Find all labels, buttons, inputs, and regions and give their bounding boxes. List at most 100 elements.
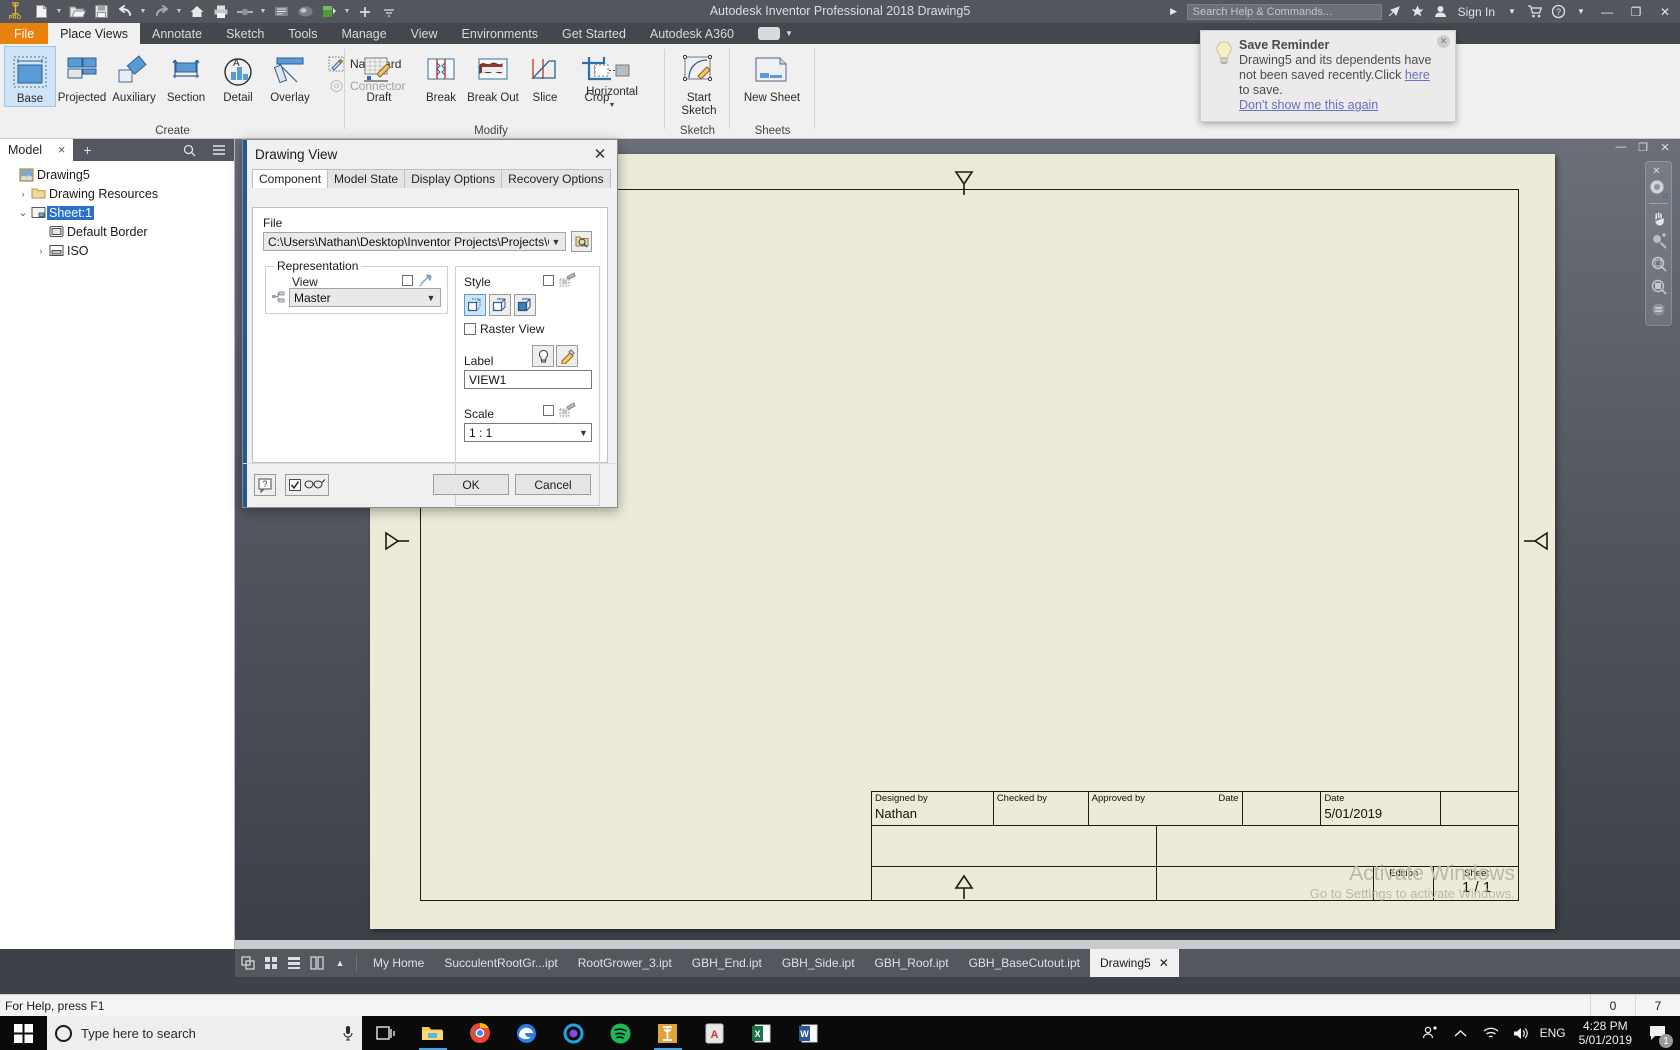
dialog-cancel-button[interactable]: Cancel bbox=[515, 474, 591, 495]
acrobat-icon[interactable]: A bbox=[691, 1016, 738, 1050]
label-visibility-button[interactable] bbox=[532, 345, 554, 367]
select-icon[interactable] bbox=[234, 1, 256, 22]
tab-place-views[interactable]: Place Views bbox=[48, 23, 141, 44]
browser-search-icon[interactable] bbox=[175, 144, 204, 157]
new-icon[interactable] bbox=[30, 1, 52, 22]
new-dropdown-icon[interactable]: ▼ bbox=[54, 1, 64, 22]
doc-close-button[interactable]: ✕ bbox=[1654, 139, 1676, 155]
view-rep-link-icon[interactable] bbox=[418, 273, 433, 287]
browser-add-icon[interactable]: + bbox=[73, 142, 101, 158]
dialog-tab-recovery-options[interactable]: Recovery Options bbox=[501, 169, 611, 188]
appearance-icon[interactable] bbox=[318, 1, 340, 22]
projected-view-button[interactable]: Projected bbox=[56, 46, 108, 105]
wifi-icon[interactable] bbox=[1477, 1016, 1505, 1050]
taskbar-search-box[interactable]: Type here to search bbox=[47, 1016, 362, 1050]
cortana-icon[interactable] bbox=[550, 1016, 597, 1050]
tree-item-default-border[interactable]: Default Border bbox=[4, 222, 234, 241]
taskbar-clock[interactable]: 4:28 PM 5/01/2019 bbox=[1571, 1019, 1640, 1047]
style-shaded-button[interactable] bbox=[514, 294, 536, 316]
spotify-icon[interactable] bbox=[597, 1016, 644, 1050]
grid-icon[interactable] bbox=[261, 953, 281, 973]
save-icon[interactable] bbox=[90, 1, 112, 22]
file-path-combo[interactable]: C:\Users\Nathan\Desktop\Inventor Project… bbox=[263, 232, 566, 251]
shopping-cart-icon[interactable] bbox=[1525, 1, 1545, 23]
volume-icon[interactable] bbox=[1507, 1016, 1535, 1050]
dialog-tab-display-options[interactable]: Display Options bbox=[404, 169, 503, 188]
tree-expander[interactable]: › bbox=[34, 246, 48, 256]
doc-tab-gbh-side[interactable]: GBH_Side.ipt bbox=[772, 949, 865, 977]
doc-tab-gbh-end[interactable]: GBH_End.ipt bbox=[682, 949, 772, 977]
tree-item-drawing-resources[interactable]: › Drawing Resources bbox=[4, 184, 234, 203]
new-sheet-button[interactable]: New Sheet bbox=[738, 46, 806, 105]
user-account-icon[interactable] bbox=[1431, 1, 1451, 23]
style-hidden-line-button[interactable] bbox=[464, 294, 486, 316]
auxiliary-view-button[interactable]: Auxiliary bbox=[108, 46, 160, 105]
detail-view-button[interactable]: A Detail bbox=[212, 46, 264, 105]
preview-checkbox[interactable] bbox=[288, 479, 301, 491]
tab-annotate[interactable]: Annotate bbox=[140, 23, 214, 44]
reminder-close-icon[interactable]: ✕ bbox=[1437, 35, 1450, 48]
task-view-icon[interactable] bbox=[362, 1016, 409, 1050]
zoom-icon[interactable] bbox=[1647, 229, 1670, 252]
browser-close-icon[interactable]: × bbox=[50, 143, 73, 157]
redo-icon[interactable] bbox=[150, 1, 172, 22]
save-reminder-notification[interactable]: ✕ Save Reminder Drawing5 and its depende… bbox=[1200, 30, 1456, 122]
browse-file-button[interactable] bbox=[571, 231, 592, 252]
tab-file[interactable]: File bbox=[0, 23, 49, 44]
doc-tab-drawing5[interactable]: Drawing5 ✕ bbox=[1089, 949, 1179, 977]
microphone-icon[interactable] bbox=[342, 1025, 354, 1041]
home-icon[interactable] bbox=[186, 1, 208, 22]
help-search-input[interactable]: Search Help & Commands... bbox=[1186, 3, 1382, 20]
reminder-dont-show-link[interactable]: Don't show me this again bbox=[1239, 98, 1378, 112]
scale-link-icon[interactable] bbox=[559, 401, 576, 417]
window-close-button[interactable]: ✕ bbox=[1652, 0, 1678, 23]
start-sketch-button[interactable]: Start Sketch bbox=[673, 46, 725, 118]
style-hidden-line-removed-button[interactable] bbox=[489, 294, 511, 316]
tab-environments[interactable]: Environments bbox=[450, 23, 550, 44]
scale-combo[interactable]: 1 : 1 ▼ bbox=[464, 423, 592, 442]
dialog-tab-model-state[interactable]: Model State bbox=[327, 169, 406, 188]
title-block[interactable]: Designed by Nathan Checked by Approved b… bbox=[871, 791, 1519, 901]
start-button[interactable] bbox=[0, 1016, 47, 1050]
browser-menu-icon[interactable] bbox=[204, 144, 234, 156]
doc-minimize-button[interactable]: — bbox=[1610, 139, 1632, 155]
signin-dropdown-icon[interactable]: ▼ bbox=[1502, 1, 1522, 23]
dialog-help-button[interactable]: ? bbox=[254, 474, 276, 496]
navbar-close-icon[interactable]: ✕ bbox=[1645, 165, 1668, 178]
select-dropdown-icon[interactable]: ▼ bbox=[258, 1, 268, 22]
break-button[interactable]: Break bbox=[415, 46, 467, 105]
tab-get-started[interactable]: Get Started bbox=[550, 23, 638, 44]
edge-icon[interactable] bbox=[503, 1016, 550, 1050]
doc-tab-succulentrootgr[interactable]: SucculentRootGr...ipt bbox=[434, 949, 567, 977]
horizontal-button[interactable]: Horizontal ▼ bbox=[581, 52, 643, 112]
dialog-tab-component[interactable]: Component bbox=[252, 169, 329, 188]
section-view-button[interactable]: Section bbox=[160, 46, 212, 105]
search-expand-icon[interactable]: ▶ bbox=[1164, 1, 1184, 23]
doc-tab-gbh-roof[interactable]: GBH_Roof.ipt bbox=[865, 949, 959, 977]
doc-tab-rootgrower-3[interactable]: RootGrower_3.ipt bbox=[568, 949, 682, 977]
materials-icon[interactable] bbox=[294, 1, 316, 22]
language-indicator[interactable]: ENG bbox=[1537, 1016, 1569, 1050]
style-associative-checkbox[interactable] bbox=[543, 275, 554, 286]
redo-dropdown-icon[interactable]: ▼ bbox=[174, 1, 184, 22]
chrome-icon[interactable] bbox=[456, 1016, 503, 1050]
word-icon[interactable]: W bbox=[785, 1016, 832, 1050]
share-icon[interactable] bbox=[1385, 1, 1405, 23]
style-link-icon[interactable] bbox=[559, 271, 576, 287]
full-nav-wheel-2d-icon[interactable]: 2D bbox=[1647, 178, 1670, 201]
raster-view-checkbox[interactable] bbox=[464, 323, 476, 335]
add-icon[interactable] bbox=[354, 1, 376, 22]
file-explorer-icon[interactable] bbox=[409, 1016, 456, 1050]
help-dropdown-icon[interactable]: ▼ bbox=[1571, 1, 1591, 23]
open-icon[interactable] bbox=[66, 1, 88, 22]
drawing-view-dialog[interactable]: Drawing View ✕ Component Model State Dis… bbox=[242, 139, 618, 508]
people-icon[interactable] bbox=[1417, 1016, 1445, 1050]
chevron-down-icon[interactable]: ▼ bbox=[424, 293, 438, 303]
window-restore-button[interactable]: ❐ bbox=[1623, 0, 1649, 23]
label-input[interactable]: VIEW1 bbox=[464, 370, 592, 389]
chevron-down-icon[interactable]: ▼ bbox=[549, 237, 563, 247]
preview-toggle-group[interactable] bbox=[285, 474, 329, 496]
notification-center-icon[interactable]: 1 bbox=[1642, 1016, 1674, 1050]
favorites-star-icon[interactable] bbox=[1408, 1, 1428, 23]
columns-icon[interactable] bbox=[307, 953, 327, 973]
